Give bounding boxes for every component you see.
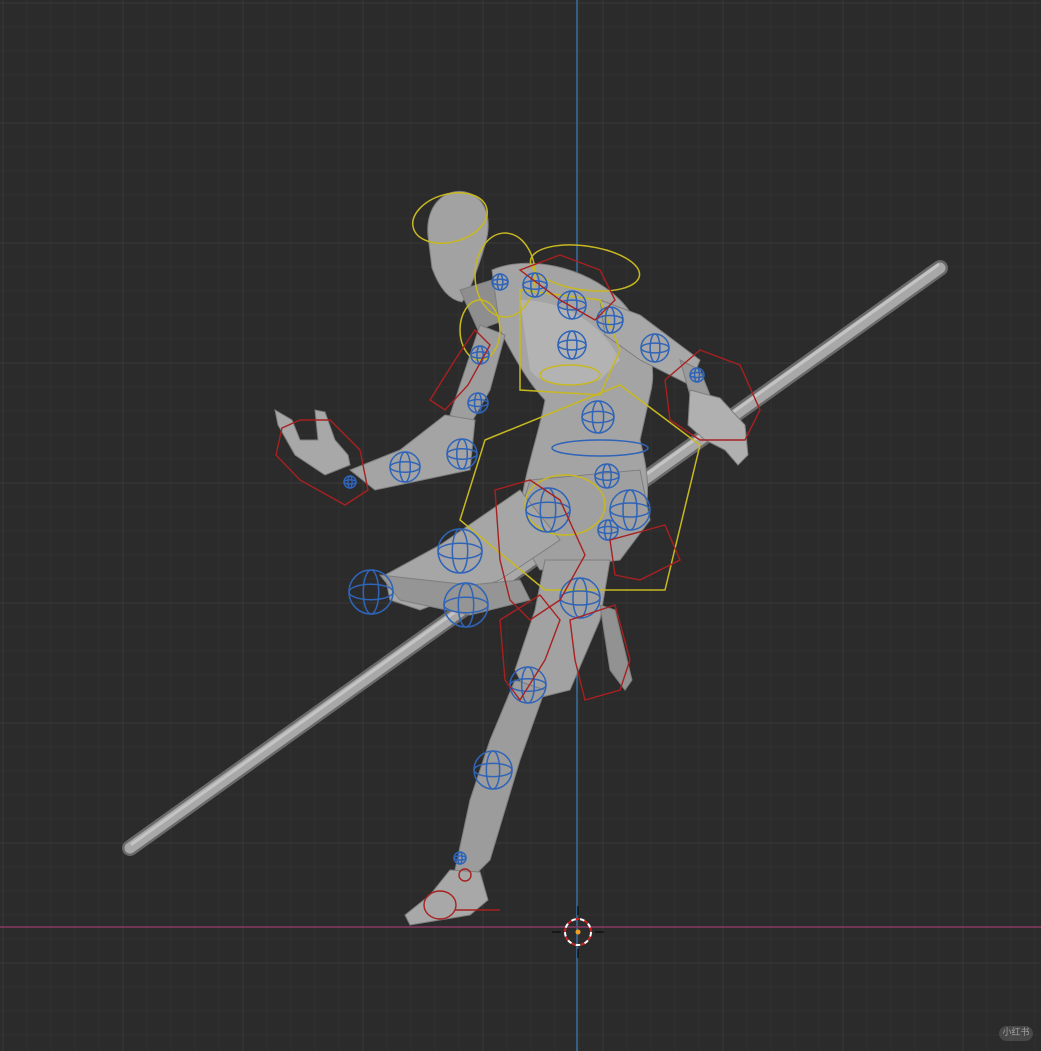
mannequin-right-hand [687, 389, 749, 466]
mannequin-foot [404, 869, 489, 926]
watermark-badge: 小红书 [999, 1026, 1033, 1041]
3d-cursor-icon[interactable] [552, 906, 604, 958]
fk-bone-control [348, 569, 394, 615]
fk-bone-control [343, 475, 357, 489]
mannequin-figure[interactable] [274, 190, 749, 926]
mannequin-support-shin [454, 679, 546, 881]
mannequin-left-upper-arm [449, 324, 506, 426]
3d-viewport[interactable] [0, 0, 1041, 1051]
